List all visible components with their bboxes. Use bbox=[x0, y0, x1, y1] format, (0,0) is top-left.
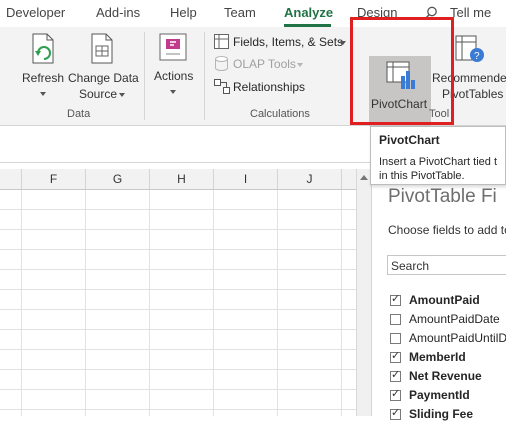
chevron-down-icon bbox=[297, 63, 303, 67]
actions-icon bbox=[159, 33, 187, 61]
column-header-i[interactable]: I bbox=[214, 169, 278, 189]
search-placeholder: Search bbox=[391, 259, 430, 273]
column-headers: F G H I J bbox=[0, 169, 356, 190]
pane-title: PivotTable Fi bbox=[388, 186, 497, 207]
column-header-blank bbox=[0, 169, 22, 189]
group-separator bbox=[144, 32, 145, 120]
column-header-h[interactable]: H bbox=[150, 169, 214, 189]
field-label: Net Revenue bbox=[409, 369, 482, 383]
field-label: MemberId bbox=[409, 350, 466, 364]
group-label-calculations: Calculations bbox=[250, 108, 310, 120]
change-data-label-1: Change Data bbox=[68, 71, 139, 85]
refresh-label: Refresh bbox=[22, 71, 65, 85]
relationships-icon bbox=[214, 79, 230, 94]
refresh-button[interactable]: Refresh bbox=[18, 30, 66, 100]
olap-tools-label: OLAP Tools bbox=[233, 57, 296, 71]
field-label: PaymentId bbox=[409, 388, 470, 402]
field-label: Sliding Fee bbox=[409, 407, 474, 421]
column-header-g[interactable]: G bbox=[86, 169, 150, 189]
olap-icon bbox=[215, 56, 228, 71]
checkbox[interactable] bbox=[390, 349, 401, 363]
olap-tools-button: OLAP Tools bbox=[212, 55, 312, 73]
pivotchart-tooltip: PivotChart Insert a PivotChart tied t in… bbox=[370, 126, 506, 185]
chevron-down-icon bbox=[170, 90, 176, 94]
checkbox[interactable] bbox=[390, 292, 401, 306]
data-source-icon bbox=[91, 33, 113, 64]
change-data-source-button[interactable]: Change Data Source bbox=[66, 30, 139, 101]
checkbox[interactable] bbox=[390, 314, 401, 325]
tooltip-body: Insert a PivotChart tied t in this Pivot… bbox=[379, 155, 497, 183]
fields-items-icon bbox=[214, 34, 229, 49]
fields-items-sets-button[interactable]: Fields, Items, & Sets bbox=[212, 33, 348, 51]
refresh-icon bbox=[32, 33, 54, 64]
checkbox[interactable] bbox=[390, 333, 401, 344]
fields-items-sets-label: Fields, Items, & Sets bbox=[233, 35, 344, 49]
chevron-down-icon bbox=[340, 41, 346, 45]
field-label: AmountPaidDate bbox=[409, 312, 500, 326]
recommended-pivottables-icon: ? bbox=[455, 35, 484, 62]
tab-team[interactable]: Team bbox=[224, 5, 256, 20]
highlight-annotation bbox=[350, 17, 454, 125]
scroll-up-arrow-icon[interactable] bbox=[360, 175, 368, 180]
checkbox[interactable] bbox=[390, 368, 401, 382]
chevron-down-icon bbox=[119, 93, 125, 97]
tooltip-title: PivotChart bbox=[379, 133, 440, 147]
column-header-j[interactable]: J bbox=[278, 169, 342, 189]
tell-me-search[interactable]: Tell me bbox=[450, 5, 491, 20]
group-separator bbox=[204, 32, 205, 120]
tooltip-line-2: in this PivotTable. bbox=[379, 170, 465, 182]
cell-grid[interactable] bbox=[0, 190, 356, 416]
tooltip-line-1: Insert a PivotChart tied t bbox=[379, 156, 497, 168]
actions-label: Actions bbox=[154, 69, 194, 83]
group-label-data: Data bbox=[67, 108, 91, 120]
field-search-input[interactable]: Search bbox=[387, 255, 506, 275]
column-header-f[interactable]: F bbox=[22, 169, 86, 189]
vertical-scrollbar[interactable] bbox=[356, 169, 371, 416]
pane-subtitle: Choose fields to add to bbox=[388, 223, 506, 237]
tab-developer[interactable]: Developer bbox=[6, 5, 65, 20]
checkbox[interactable] bbox=[390, 406, 401, 420]
relationships-button[interactable]: Relationships bbox=[212, 78, 312, 96]
tab-analyze[interactable]: Analyze bbox=[284, 5, 333, 20]
field-label: AmountPaid bbox=[409, 293, 480, 307]
actions-button[interactable]: Actions bbox=[150, 30, 198, 100]
pivottable-fields-pane: PivotTable Fi Choose fields to add to Se… bbox=[371, 169, 506, 421]
tab-add-ins[interactable]: Add-ins bbox=[96, 5, 140, 20]
field-label: AmountPaidUntilD bbox=[409, 331, 506, 345]
change-data-label-2: Source bbox=[79, 87, 118, 101]
chevron-down-icon bbox=[40, 92, 46, 96]
checkbox[interactable] bbox=[390, 387, 401, 401]
relationships-label: Relationships bbox=[233, 80, 306, 94]
tab-help[interactable]: Help bbox=[170, 5, 197, 20]
svg-text:?: ? bbox=[474, 51, 480, 62]
